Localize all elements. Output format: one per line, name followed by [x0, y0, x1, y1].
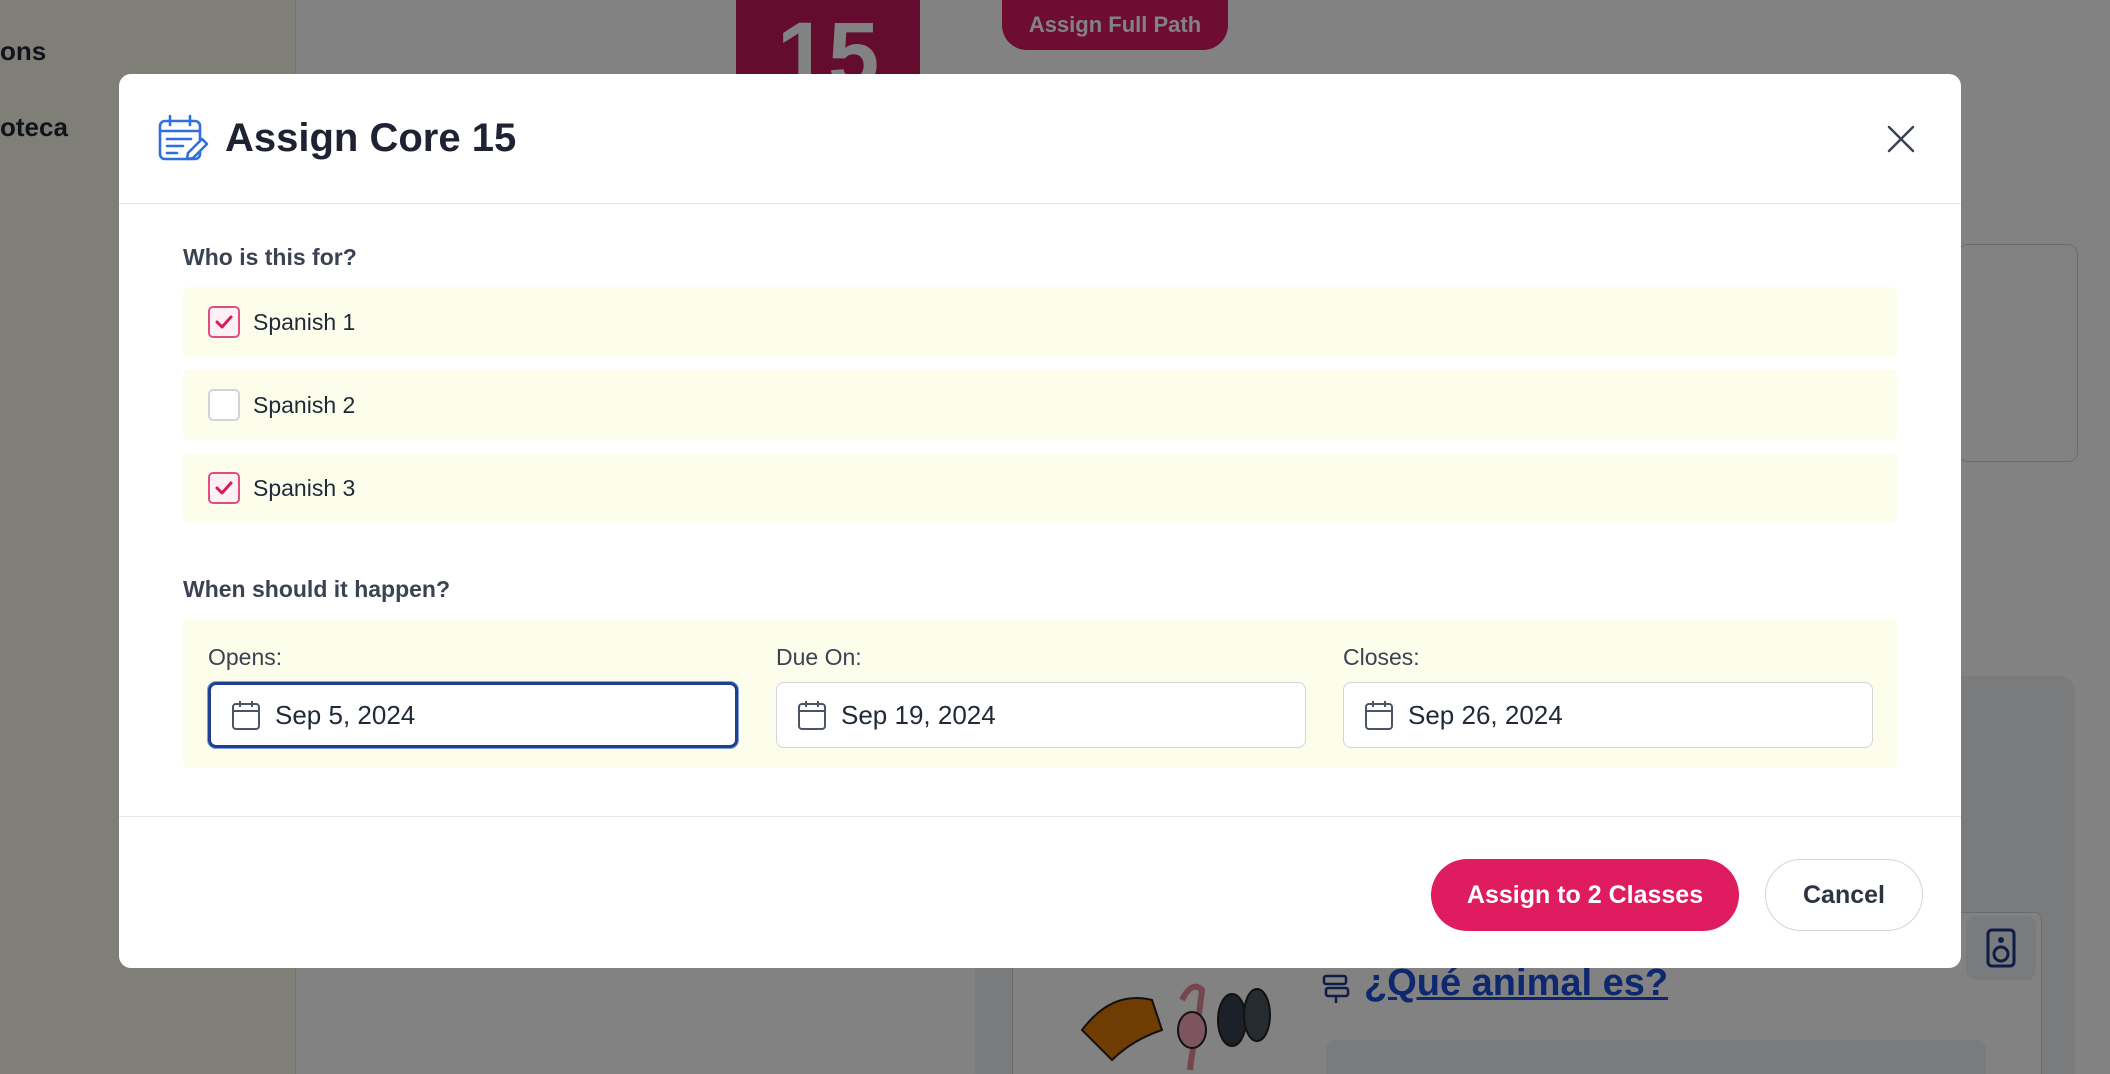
opens-date-value: Sep 5, 2024	[275, 699, 416, 730]
modal-title: Assign Core 15	[225, 116, 517, 160]
close-icon	[1887, 125, 1915, 153]
class-checkbox[interactable]	[208, 306, 240, 338]
class-label: Spanish 2	[253, 391, 356, 418]
closes-date-value: Sep 26, 2024	[1408, 699, 1563, 730]
calendar-icon	[798, 701, 826, 730]
due-field: Due On: Sep 19, 2024	[776, 644, 1306, 748]
due-date-input[interactable]: Sep 19, 2024	[776, 682, 1306, 748]
dates-panel: Opens: Sep 5, 2024 Due On: Sep 19, 2024 …	[183, 620, 1897, 768]
modal-footer: Assign to 2 Classes Cancel	[119, 816, 1961, 968]
opens-field: Opens: Sep 5, 2024	[208, 644, 738, 748]
calendar-icon	[1365, 701, 1393, 730]
calendar-icon	[232, 701, 260, 730]
when-section-label: When should it happen?	[183, 576, 451, 602]
class-checkbox[interactable]	[208, 472, 240, 504]
modal-header: Assign Core 15	[119, 74, 1961, 204]
closes-date-input[interactable]: Sep 26, 2024	[1343, 682, 1873, 748]
assign-classes-button[interactable]: Assign to 2 Classes	[1431, 859, 1739, 931]
class-checkbox[interactable]	[208, 389, 240, 421]
assign-modal: Assign Core 15 Who is this for? Spanish …	[119, 74, 1961, 968]
closes-field: Closes: Sep 26, 2024	[1343, 644, 1873, 748]
due-date-value: Sep 19, 2024	[841, 699, 996, 730]
opens-date-input[interactable]: Sep 5, 2024	[208, 682, 738, 748]
checkmark-icon	[215, 481, 233, 495]
class-label: Spanish 1	[253, 308, 356, 335]
close-button[interactable]	[1881, 119, 1921, 159]
assignment-calendar-icon	[157, 113, 209, 165]
who-section-label: Who is this for?	[183, 244, 357, 270]
cancel-button[interactable]: Cancel	[1765, 859, 1923, 931]
due-label: Due On:	[776, 644, 862, 670]
class-label: Spanish 3	[253, 474, 356, 501]
opens-label: Opens:	[208, 644, 283, 670]
closes-label: Closes:	[1343, 644, 1420, 670]
class-option-spanish-1[interactable]: Spanish 1	[183, 287, 1897, 357]
class-option-spanish-3[interactable]: Spanish 3	[183, 453, 1897, 523]
checkmark-icon	[215, 315, 233, 329]
class-option-spanish-2[interactable]: Spanish 2	[183, 370, 1897, 440]
